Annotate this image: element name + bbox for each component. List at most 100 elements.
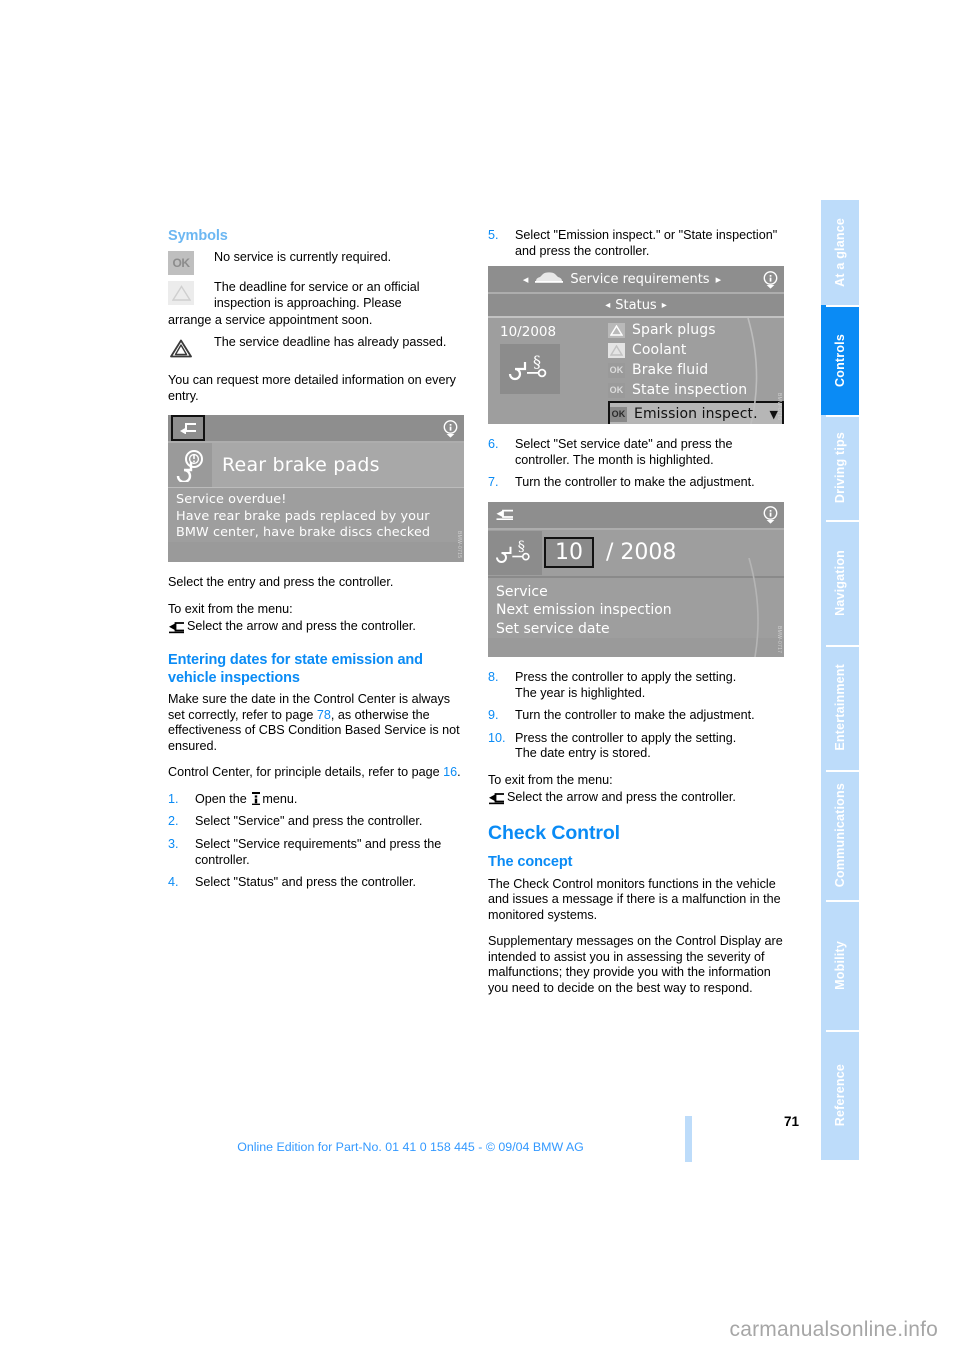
step-item: 9. Turn the controller to make the adjus… xyxy=(488,708,784,724)
month-value-highlighted[interactable]: 10 xyxy=(544,537,594,569)
shot-message-line: Have rear brake pads replaced by your xyxy=(176,508,430,524)
car-icon xyxy=(534,270,564,288)
step-item: 2. Select "Service" and press the contro… xyxy=(168,814,464,830)
sidebar-tab-label: Controls xyxy=(833,333,847,387)
shot-detail-lines: Service Next emission inspection Set ser… xyxy=(488,578,784,639)
exit-menu-instruction-row: Select the arrow and press the controlle… xyxy=(488,790,784,806)
sidebar-tab-entertainment[interactable]: Entertainment xyxy=(821,645,859,770)
step-item: 8. Press the controller to apply the set… xyxy=(488,670,784,701)
triangle-glyph xyxy=(170,339,192,358)
sidebar-tab-navigation[interactable]: Navigation xyxy=(821,520,859,645)
left-chevron-icon[interactable]: ◂ xyxy=(605,300,610,311)
control-center-part2: . xyxy=(457,765,461,780)
page-ref-16[interactable]: 16 xyxy=(443,765,457,779)
exit-menu-instruction: Select the arrow and press the controlle… xyxy=(187,618,416,633)
step-number: 8. xyxy=(488,669,499,684)
left-steps-list: 1. Open the menu. 2. Select "Service" an… xyxy=(168,791,464,891)
scroll-indicator-curve xyxy=(747,318,758,425)
triangle-glyph xyxy=(171,285,191,302)
step-item: 7. Turn the controller to make the adjus… xyxy=(488,475,784,491)
step-number: 4. xyxy=(168,875,179,890)
sidebar-tab-controls[interactable]: Controls xyxy=(821,305,859,415)
page-ref-78[interactable]: 78 xyxy=(317,708,331,722)
shot-title: Service requirements xyxy=(570,271,710,287)
shot-entry-label: Rear brake pads xyxy=(222,454,380,477)
step-item: 5. Select "Emission inspect." or "State … xyxy=(488,228,784,259)
back-arrow-icon[interactable] xyxy=(491,503,517,526)
step-text: Press the controller to apply the settin… xyxy=(515,730,737,745)
shot-message: Service overdue! Have rear brake pads re… xyxy=(168,488,464,542)
shot-entry-row[interactable]: Rear brake pads xyxy=(168,443,464,489)
back-arrow-icon xyxy=(168,621,185,634)
display-screenshot-brake-pads: Rear brake pads Service overdue! Have re… xyxy=(168,415,464,563)
site-watermark: carmanualsonline.info xyxy=(729,1318,938,1341)
ok-badge-icon: OK xyxy=(168,251,194,276)
sidebar-tab-reference[interactable]: Reference xyxy=(821,1030,859,1160)
info-circle-glyph xyxy=(763,506,777,525)
info-i-glyph xyxy=(252,791,261,805)
shot-left-panel: 10/2008 § xyxy=(488,320,608,424)
exit-menu-instruction-row: Select the arrow and press the controlle… xyxy=(168,619,464,635)
right-steps-top: 5. Select "Emission inspect." or "State … xyxy=(488,228,784,259)
right-chevron-icon[interactable]: ▸ xyxy=(662,300,667,311)
shot-title-center: ◂ Service requirements ▸ xyxy=(488,270,756,288)
warning-triangle-icon xyxy=(608,322,625,338)
exit-menu-label: To exit from the menu: xyxy=(488,772,613,787)
symbol-text: No service is currently required. xyxy=(214,250,392,265)
figure-id-code: BMW-0715 xyxy=(456,531,462,559)
car-glyph xyxy=(535,272,564,283)
back-arrow-icon[interactable] xyxy=(171,415,205,442)
sidebar-tab-driving-tips[interactable]: Driving tips xyxy=(821,415,859,520)
year-value[interactable]: / 2008 xyxy=(594,540,676,565)
inspection-stamp-glyph: § xyxy=(496,539,530,563)
sidebar-tab-label: At a glance xyxy=(833,218,847,287)
select-entry-paragraph: Select the entry and press the controlle… xyxy=(168,575,394,590)
svg-text:§: § xyxy=(533,352,541,371)
list-item-label: State inspection xyxy=(632,382,748,399)
sidebar-tab-communications[interactable]: Communications xyxy=(821,770,859,900)
figure-id-code: BMW-0717 xyxy=(776,625,782,653)
sidebar-tab-label: Communications xyxy=(833,782,847,888)
warning-triangle-light-icon xyxy=(168,281,194,306)
info-circle-glyph xyxy=(443,419,457,438)
sidebar-tab-mobility[interactable]: Mobility xyxy=(821,900,859,1030)
step-number: 7. xyxy=(488,475,499,490)
brake-pad-glyph xyxy=(176,450,203,483)
step-item: 3. Select "Service requirements" and pre… xyxy=(168,837,464,868)
right-steps-mid: 6. Select "Set service date" and press t… xyxy=(488,437,784,491)
sidebar-chapter-tabs: At a glance Controls Driving tips Naviga… xyxy=(821,200,859,1160)
info-circle-icon[interactable] xyxy=(756,505,784,525)
shot-body: Rear brake pads Service overdue! Have re… xyxy=(168,443,464,542)
inspection-stamp-glyph: § xyxy=(508,352,547,381)
step-number: 10. xyxy=(488,730,506,745)
footer-accent-bar xyxy=(685,1116,692,1162)
shot-topbar xyxy=(168,415,464,444)
step-subtext: The year is highlighted. xyxy=(515,685,646,700)
ok-badge-icon: OK xyxy=(608,362,625,378)
back-arrow-glyph xyxy=(180,422,196,434)
edition-notice: Online Edition for Part-No. 01 41 0 158 … xyxy=(237,1140,584,1154)
sidebar-tab-at-a-glance[interactable]: At a glance xyxy=(821,200,859,305)
shot-topbar: ◂ Service requirements ▸ xyxy=(488,266,784,295)
symbol-row-ok: OK No service is currently required. xyxy=(168,250,464,276)
info-circle-icon[interactable] xyxy=(436,419,464,438)
back-arrow-glyph xyxy=(169,621,184,633)
shot-subbar: ◂ Status ▸ xyxy=(488,294,784,319)
control-center-paragraph: Control Center, for principle details, r… xyxy=(168,765,464,781)
check-control-heading: Check Control xyxy=(488,822,620,845)
symbols-heading: Symbols xyxy=(168,228,228,244)
triangle-glyph xyxy=(610,344,623,356)
right-chevron-icon[interactable]: ▸ xyxy=(716,273,722,286)
step-text: Turn the controller to make the adjustme… xyxy=(515,708,755,723)
symbol-text-continuation: arrange a service appointment soon. xyxy=(168,312,373,327)
info-circle-icon[interactable] xyxy=(756,270,784,289)
shot-detail-line: Service xyxy=(496,583,548,600)
step-text: Select "Service" and press the controlle… xyxy=(195,814,423,829)
shot-topbar xyxy=(488,501,784,530)
year-number: 2008 xyxy=(620,540,677,566)
entering-dates-heading: Entering dates for state emission and ve… xyxy=(168,652,423,686)
left-chevron-icon[interactable]: ◂ xyxy=(523,273,529,286)
step-text: Press the controller to apply the settin… xyxy=(515,669,737,684)
list-item-label: Spark plugs xyxy=(632,322,716,339)
step-number: 6. xyxy=(488,437,499,452)
